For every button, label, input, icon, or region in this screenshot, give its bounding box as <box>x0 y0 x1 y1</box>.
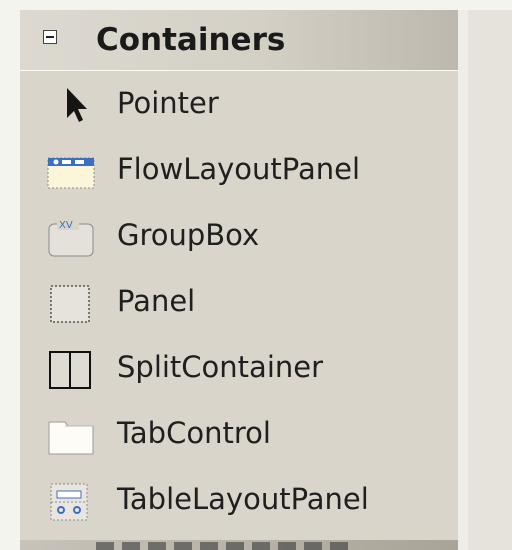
tab-control-icon <box>48 421 94 455</box>
toolbox-item-label: Pointer <box>117 86 219 120</box>
toolbox-item-flowlayoutpanel[interactable]: FlowLayoutPanel <box>20 136 458 202</box>
toolbox-item-label: SplitContainer <box>117 350 324 384</box>
toolbox-panel: Containers Pointer FlowLayoutPanel XV Gr… <box>20 10 458 550</box>
split-container-icon <box>49 351 91 389</box>
toolbox-item-tabcontrol[interactable]: TabControl <box>20 400 458 466</box>
toolbox-item-label: TabControl <box>117 416 271 450</box>
toolbox-item-label: Panel <box>117 284 196 318</box>
group-box-icon: XV <box>48 219 94 257</box>
next-group-header[interactable] <box>20 540 458 550</box>
next-group-title-fragment <box>96 542 356 550</box>
toolbox-item-panel[interactable]: Panel <box>20 268 458 334</box>
containers-group-header[interactable]: Containers <box>20 10 458 71</box>
toolbox-item-label: FlowLayoutPanel <box>117 152 361 186</box>
svg-text:XV: XV <box>59 220 73 231</box>
designer-pane <box>468 10 512 550</box>
table-layout-panel-icon <box>50 483 88 521</box>
minus-box-icon[interactable] <box>43 30 57 44</box>
panel-icon <box>50 285 90 323</box>
toolbox-item-tablelayoutpanel[interactable]: TableLayoutPanel <box>20 466 458 532</box>
toolbox-item-splitcontainer[interactable]: SplitContainer <box>20 334 458 400</box>
toolbox-item-pointer[interactable]: Pointer <box>20 70 458 136</box>
group-title: Containers <box>96 22 286 58</box>
toolbox-item-groupbox[interactable]: XV GroupBox <box>20 202 458 268</box>
toolbox-item-label: TableLayoutPanel <box>117 482 369 516</box>
toolbox-item-label: GroupBox <box>117 218 260 252</box>
flow-layout-panel-icon <box>47 157 95 189</box>
pointer-arrow-icon <box>67 88 87 122</box>
panel-splitter[interactable] <box>458 10 468 550</box>
